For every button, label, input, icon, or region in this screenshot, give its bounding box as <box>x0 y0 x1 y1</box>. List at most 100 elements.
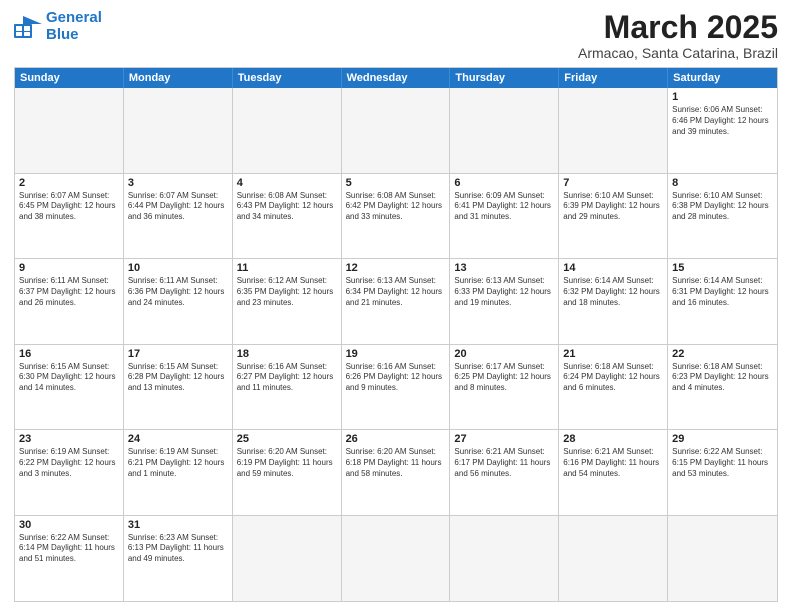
calendar-body: 1 Sunrise: 6:06 AM Sunset: 6:46 PM Daylig… <box>15 88 777 601</box>
header-day-wednesday: Wednesday <box>342 68 451 88</box>
day-number: 18 <box>237 348 337 360</box>
day-info: Sunrise: 6:11 AM Sunset: 6:36 PM Dayligh… <box>128 276 228 308</box>
day-info: Sunrise: 6:15 AM Sunset: 6:28 PM Dayligh… <box>128 362 228 394</box>
empty-cell-w0-d0 <box>15 88 124 172</box>
empty-cell-w5-d6 <box>668 516 777 601</box>
day-cell-9: 9 Sunrise: 6:11 AM Sunset: 6:37 PM Daylig… <box>15 259 124 343</box>
day-info: Sunrise: 6:19 AM Sunset: 6:22 PM Dayligh… <box>19 447 119 479</box>
day-cell-17: 17 Sunrise: 6:15 AM Sunset: 6:28 PM Dayli… <box>124 345 233 429</box>
week-row-6: 30 Sunrise: 6:22 AM Sunset: 6:14 PM Dayli… <box>15 516 777 601</box>
day-cell-21: 21Sunrise: 6:18 AM Sunset: 6:24 PM Dayli… <box>559 345 668 429</box>
header-day-thursday: Thursday <box>450 68 559 88</box>
day-info: Sunrise: 6:18 AM Sunset: 6:24 PM Dayligh… <box>563 362 663 394</box>
day-cell-11: 11 Sunrise: 6:12 AM Sunset: 6:35 PM Dayli… <box>233 259 342 343</box>
empty-cell-w0-d3 <box>342 88 451 172</box>
subtitle: Armacao, Santa Catarina, Brazil <box>578 45 778 61</box>
day-number: 9 <box>19 262 119 274</box>
day-number: 17 <box>128 348 228 360</box>
day-number: 30 <box>19 519 119 531</box>
day-info: Sunrise: 6:20 AM Sunset: 6:18 PM Dayligh… <box>346 447 446 479</box>
day-info: Sunrise: 6:16 AM Sunset: 6:26 PM Dayligh… <box>346 362 446 394</box>
day-info: Sunrise: 6:10 AM Sunset: 6:39 PM Dayligh… <box>563 191 663 223</box>
day-cell-7: 7Sunrise: 6:10 AM Sunset: 6:39 PM Daylig… <box>559 174 668 258</box>
day-number: 28 <box>563 433 663 445</box>
day-number: 6 <box>454 177 554 189</box>
day-number: 3 <box>128 177 228 189</box>
day-cell-29: 29 Sunrise: 6:22 AM Sunset: 6:15 PM Dayli… <box>668 430 777 514</box>
logo-icon <box>14 16 42 38</box>
day-cell-16: 16Sunrise: 6:15 AM Sunset: 6:30 PM Dayli… <box>15 345 124 429</box>
day-number: 25 <box>237 433 337 445</box>
day-cell-20: 20 Sunrise: 6:17 AM Sunset: 6:25 PM Dayli… <box>450 345 559 429</box>
day-info: Sunrise: 6:20 AM Sunset: 6:19 PM Dayligh… <box>237 447 337 479</box>
logo-blue: Blue <box>46 26 79 43</box>
header-day-saturday: Saturday <box>668 68 777 88</box>
calendar-header: SundayMondayTuesdayWednesdayThursdayFrid… <box>15 68 777 88</box>
day-cell-27: 27Sunrise: 6:21 AM Sunset: 6:17 PM Dayli… <box>450 430 559 514</box>
main-title: March 2025 <box>578 10 778 45</box>
day-cell-31: 31 Sunrise: 6:23 AM Sunset: 6:13 PM Dayli… <box>124 516 233 601</box>
day-number: 12 <box>346 262 446 274</box>
day-cell-12: 12Sunrise: 6:13 AM Sunset: 6:34 PM Dayli… <box>342 259 451 343</box>
day-number: 19 <box>346 348 446 360</box>
day-info: Sunrise: 6:14 AM Sunset: 6:31 PM Dayligh… <box>672 276 773 308</box>
day-cell-5: 5Sunrise: 6:08 AM Sunset: 6:42 PM Daylig… <box>342 174 451 258</box>
day-info: Sunrise: 6:14 AM Sunset: 6:32 PM Dayligh… <box>563 276 663 308</box>
day-info: Sunrise: 6:21 AM Sunset: 6:16 PM Dayligh… <box>563 447 663 479</box>
day-info: Sunrise: 6:22 AM Sunset: 6:14 PM Dayligh… <box>19 533 119 565</box>
day-info: Sunrise: 6:07 AM Sunset: 6:45 PM Dayligh… <box>19 191 119 223</box>
day-number: 26 <box>346 433 446 445</box>
empty-cell-w0-d2 <box>233 88 342 172</box>
empty-cell-w5-d4 <box>450 516 559 601</box>
title-block: March 2025 Armacao, Santa Catarina, Braz… <box>578 10 778 61</box>
page: General Blue March 2025 Armacao, Santa C… <box>0 0 792 612</box>
empty-cell-w5-d5 <box>559 516 668 601</box>
day-number: 10 <box>128 262 228 274</box>
day-info: Sunrise: 6:11 AM Sunset: 6:37 PM Dayligh… <box>19 276 119 308</box>
empty-cell-w0-d4 <box>450 88 559 172</box>
day-info: Sunrise: 6:07 AM Sunset: 6:44 PM Dayligh… <box>128 191 228 223</box>
logo: General Blue <box>14 10 102 43</box>
day-info: Sunrise: 6:19 AM Sunset: 6:21 PM Dayligh… <box>128 447 228 479</box>
header: General Blue March 2025 Armacao, Santa C… <box>14 10 778 61</box>
day-number: 23 <box>19 433 119 445</box>
day-cell-8: 8Sunrise: 6:10 AM Sunset: 6:38 PM Daylig… <box>668 174 777 258</box>
day-info: Sunrise: 6:09 AM Sunset: 6:41 PM Dayligh… <box>454 191 554 223</box>
header-day-friday: Friday <box>559 68 668 88</box>
day-cell-23: 23 Sunrise: 6:19 AM Sunset: 6:22 PM Dayli… <box>15 430 124 514</box>
day-info: Sunrise: 6:15 AM Sunset: 6:30 PM Dayligh… <box>19 362 119 394</box>
week-row-2: 2 Sunrise: 6:07 AM Sunset: 6:45 PM Daylig… <box>15 174 777 259</box>
day-number: 20 <box>454 348 554 360</box>
header-day-tuesday: Tuesday <box>233 68 342 88</box>
day-number: 1 <box>672 91 773 103</box>
day-info: Sunrise: 6:13 AM Sunset: 6:33 PM Dayligh… <box>454 276 554 308</box>
day-info: Sunrise: 6:06 AM Sunset: 6:46 PM Dayligh… <box>672 105 773 137</box>
day-cell-28: 28 Sunrise: 6:21 AM Sunset: 6:16 PM Dayli… <box>559 430 668 514</box>
day-number: 29 <box>672 433 773 445</box>
day-number: 8 <box>672 177 773 189</box>
day-info: Sunrise: 6:17 AM Sunset: 6:25 PM Dayligh… <box>454 362 554 394</box>
day-number: 14 <box>563 262 663 274</box>
week-row-3: 9 Sunrise: 6:11 AM Sunset: 6:37 PM Daylig… <box>15 259 777 344</box>
empty-cell-w5-d2 <box>233 516 342 601</box>
day-number: 11 <box>237 262 337 274</box>
empty-cell-w0-d1 <box>124 88 233 172</box>
day-cell-4: 4Sunrise: 6:08 AM Sunset: 6:43 PM Daylig… <box>233 174 342 258</box>
day-cell-24: 24Sunrise: 6:19 AM Sunset: 6:21 PM Dayli… <box>124 430 233 514</box>
day-number: 22 <box>672 348 773 360</box>
day-number: 5 <box>346 177 446 189</box>
week-row-5: 23 Sunrise: 6:19 AM Sunset: 6:22 PM Dayli… <box>15 430 777 515</box>
day-cell-22: 22Sunrise: 6:18 AM Sunset: 6:23 PM Dayli… <box>668 345 777 429</box>
day-info: Sunrise: 6:21 AM Sunset: 6:17 PM Dayligh… <box>454 447 554 479</box>
week-row-4: 16Sunrise: 6:15 AM Sunset: 6:30 PM Dayli… <box>15 345 777 430</box>
day-info: Sunrise: 6:12 AM Sunset: 6:35 PM Dayligh… <box>237 276 337 308</box>
day-cell-19: 19 Sunrise: 6:16 AM Sunset: 6:26 PM Dayli… <box>342 345 451 429</box>
calendar: SundayMondayTuesdayWednesdayThursdayFrid… <box>14 67 778 602</box>
day-info: Sunrise: 6:08 AM Sunset: 6:43 PM Dayligh… <box>237 191 337 223</box>
day-info: Sunrise: 6:23 AM Sunset: 6:13 PM Dayligh… <box>128 533 228 565</box>
day-info: Sunrise: 6:22 AM Sunset: 6:15 PM Dayligh… <box>672 447 773 479</box>
day-number: 2 <box>19 177 119 189</box>
week-row-1: 1 Sunrise: 6:06 AM Sunset: 6:46 PM Daylig… <box>15 88 777 173</box>
day-cell-18: 18Sunrise: 6:16 AM Sunset: 6:27 PM Dayli… <box>233 345 342 429</box>
day-number: 31 <box>128 519 228 531</box>
